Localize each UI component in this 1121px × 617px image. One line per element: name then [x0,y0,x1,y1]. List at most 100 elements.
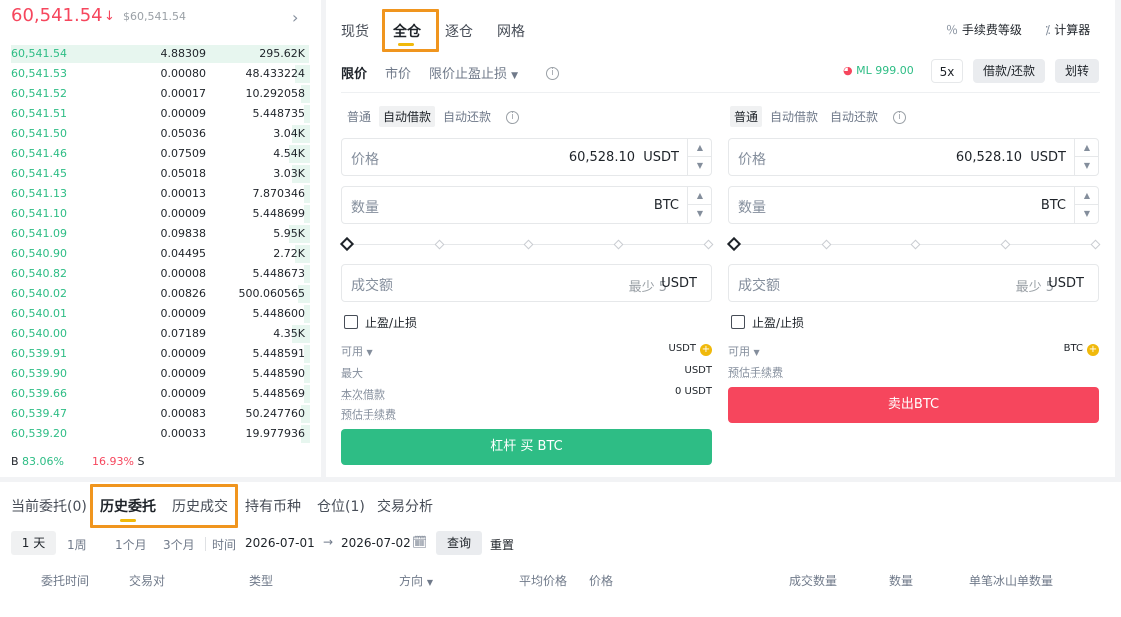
calendar-icon[interactable]: 🗓 [412,535,427,549]
add-funds-icon[interactable]: + [700,344,712,356]
order-book-row[interactable]: 60,541.50 0.05036 3.04K [0,124,321,144]
col-side[interactable]: 方向 ▼ [399,572,433,589]
tab-grid[interactable]: 网格 [497,21,525,41]
order-book-row[interactable]: 60,539.66 0.00009 5.448569 [0,384,321,404]
slider-handle[interactable] [726,236,742,252]
order-book-row[interactable]: 60,541.53 0.00080 48.433224 [0,64,321,84]
order-book-row[interactable]: 60,539.91 0.00009 5.448591 [0,344,321,364]
range-1m[interactable]: 1个月 [115,536,147,553]
decrement-icon[interactable]: ▼ [1075,157,1099,175]
buy-amount-field[interactable]: 成交额 最少 5 USDT [341,264,712,302]
order-book-row[interactable]: 60,540.00 0.07189 4.35K [0,324,321,344]
transfer-button[interactable]: 划转 [1055,59,1099,83]
chevron-right-icon[interactable]: › [292,8,298,27]
add-funds-icon[interactable]: + [1087,344,1099,356]
sell-amount-field[interactable]: 成交额 最少 5 USDT [728,264,1099,302]
order-book-row[interactable]: 60,539.20 0.00033 19.977936 [0,424,321,444]
order-book-header: 60,541.54 ↓ $60,541.54 › [0,0,321,36]
sell-qty-field[interactable]: 数量 BTC ▲ ▼ [728,186,1099,224]
tab-spot[interactable]: 现货 [341,21,369,41]
increment-icon[interactable]: ▲ [1075,187,1099,205]
buy-available-label[interactable]: 可用 ▼ [341,343,373,359]
range-3m[interactable]: 3个月 [163,536,195,553]
tab-isolated-margin[interactable]: 逐仓 [445,21,473,41]
tab-positions[interactable]: 仓位(1) [317,496,365,516]
order-book-row[interactable]: 60,540.82 0.00008 5.448673 [0,264,321,284]
increment-icon[interactable]: ▲ [688,187,712,205]
buy-info-icon[interactable]: i [506,108,519,124]
sell-qty-label: 数量 [738,200,766,216]
reset-button[interactable]: 重置 [490,536,514,553]
col-price: 价格 [589,574,614,588]
order-book-row[interactable]: 60,541.54 4.88309 295.62K [0,44,321,64]
order-type-info-icon[interactable]: i [546,64,559,80]
sell-info-icon[interactable]: i [893,108,906,124]
order-book-row[interactable]: 60,539.47 0.00083 50.247760 [0,404,321,424]
range-1w[interactable]: 1周 [67,536,87,553]
sell-amount-unit: USDT [1048,276,1084,291]
order-book-row[interactable]: 60,541.45 0.05018 3.03K [0,164,321,184]
sell-subtab-auto-repay[interactable]: 自动还款 [830,108,878,125]
order-type-limit[interactable]: 限价 [341,63,367,82]
sell-percent-slider[interactable] [726,236,1101,252]
sell-subtab-auto-borrow[interactable]: 自动借款 [770,108,818,125]
divider [341,92,1100,93]
slider-handle[interactable] [339,236,355,252]
decrement-icon[interactable]: ▼ [688,205,712,223]
tab-holdings[interactable]: 持有币种 [245,496,301,516]
query-button[interactable]: 查询 [436,531,482,555]
sell-qty-stepper[interactable]: ▲ ▼ [1074,187,1099,223]
order-type-market[interactable]: 市价 [385,63,411,82]
time-label: 时间 [212,538,237,552]
order-book-row[interactable]: 60,541.13 0.00013 7.870346 [0,184,321,204]
order-type-tp-sl[interactable]: 限价止盈止损 ▼ [429,63,518,82]
col-filled: 成交数量 [789,574,838,588]
buy-qty-field[interactable]: 数量 BTC ▲ ▼ [341,186,712,224]
col-pair: 交易对 [129,574,166,588]
decrement-icon[interactable]: ▼ [688,157,712,175]
order-book-row[interactable]: 60,541.46 0.07509 4.54K [0,144,321,164]
order-book-row[interactable]: 60,540.90 0.04495 2.72K [0,244,321,264]
decrement-icon[interactable]: ▼ [1075,205,1099,223]
order-book-row[interactable]: 60,541.10 0.00009 5.448699 [0,204,321,224]
range-1d[interactable]: 1 天 [11,531,56,555]
buy-subtab-normal[interactable]: 普通 [347,108,371,125]
sell-tp-sl-checkbox[interactable] [731,315,745,329]
sell-subtab-normal[interactable]: 普通 [730,106,763,127]
order-book-row[interactable]: 60,541.09 0.09838 5.95K [0,224,321,244]
buy-subtab-auto-borrow[interactable]: 自动借款 [379,106,436,127]
order-book-row[interactable]: 60,540.01 0.00009 5.448600 [0,304,321,324]
buy-price-stepper[interactable]: ▲ ▼ [687,139,712,175]
sell-price-stepper[interactable]: ▲ ▼ [1074,139,1099,175]
sell-available-label[interactable]: 可用 ▼ [728,343,760,359]
order-book-row[interactable]: 60,540.02 0.00826 500.060565 [0,284,321,304]
fee-level-link[interactable]: ％ 手续费等级 [946,21,1022,38]
increment-icon[interactable]: ▲ [1075,139,1099,157]
increment-icon[interactable]: ▲ [688,139,712,157]
margin-buy-button[interactable]: 杠杆 买 BTC [341,429,712,465]
order-book-row[interactable]: 60,539.90 0.00009 5.448590 [0,364,321,384]
order-book-row[interactable]: 60,541.51 0.00009 5.448735 [0,104,321,124]
row-qty: 0.00009 [160,367,207,380]
tab-trade-analysis[interactable]: 交易分析 [377,496,433,516]
sell-button[interactable]: 卖出BTC [728,387,1099,423]
leverage-button[interactable]: 5x [931,59,963,83]
margin-level: ◕ ML 999.00 [843,64,914,77]
buy-price-field[interactable]: 价格 60,528.10 USDT ▲ ▼ [341,138,712,176]
date-to[interactable]: 2026-07-02 [341,536,411,550]
row-total: 19.977936 [245,427,306,440]
calculator-link[interactable]: ⁒ 计算器 [1045,21,1090,38]
tab-open-orders[interactable]: 当前委托(0) [11,496,87,516]
order-book-row[interactable]: 60,541.52 0.00017 10.292058 [0,84,321,104]
buy-qty-stepper[interactable]: ▲ ▼ [687,187,712,223]
buy-percent-slider[interactable] [339,236,714,252]
buy-qty-label: 数量 [351,200,379,216]
sell-price-field[interactable]: 价格 60,528.10 USDT ▲ ▼ [728,138,1099,176]
buy-tp-sl-checkbox[interactable] [344,315,358,329]
buy-subtab-auto-repay[interactable]: 自动还款 [443,108,491,125]
buy-borrow-label: 本次借款 [341,388,385,401]
borrow-repay-button[interactable]: 借款/还款 [973,59,1045,83]
arrow-right-icon: → [323,535,334,549]
gauge-icon: ◕ [843,64,853,77]
date-from[interactable]: 2026-07-01 [245,536,315,550]
